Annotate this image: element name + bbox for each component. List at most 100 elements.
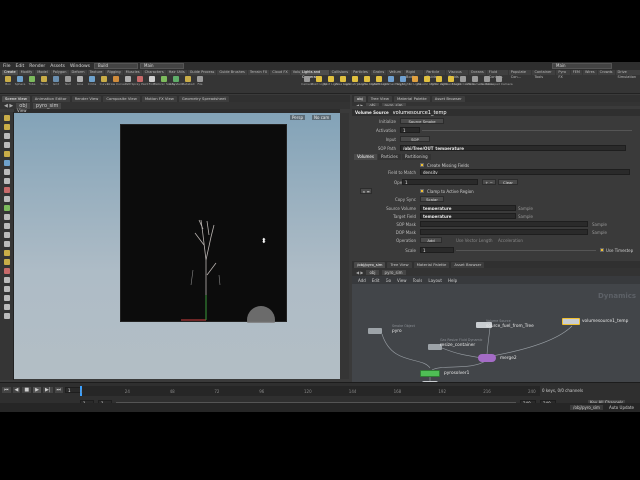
shelf-tab-left-3[interactable]: Polygon — [50, 70, 69, 75]
build-desktop-menu[interactable]: Build — [94, 63, 138, 69]
scale-slider[interactable] — [456, 250, 596, 251]
viewport-tool-22-icon[interactable] — [3, 313, 10, 319]
shelf-tab-left-4[interactable]: Deform — [69, 70, 87, 75]
viewport-tool-18-icon[interactable] — [3, 277, 10, 283]
shelf-tool-spray-paint[interactable]: Spray Paint — [131, 76, 149, 86]
target-field-field[interactable]: temperature — [420, 213, 516, 219]
menu-windows[interactable]: Windows — [70, 64, 90, 69]
shelf-tab-left-11[interactable]: Guide Brushes — [217, 70, 247, 75]
shelf-tab-right-7[interactable]: Viscous Fluids — [446, 70, 468, 79]
status-path-button[interactable]: /obj/pyro_sim — [570, 405, 603, 410]
viewport-tool-1-icon[interactable] — [3, 124, 10, 130]
dop-mask-field[interactable] — [420, 229, 588, 235]
shelf-tab-right-11[interactable]: Container Tools — [532, 70, 556, 79]
play-reverse-icon[interactable]: ■ — [22, 387, 32, 393]
shelf-tool-draw-curve[interactable]: Draw Curve — [107, 76, 125, 86]
shelf-tab-left-10[interactable]: Guide Process — [187, 70, 217, 75]
menu-file[interactable]: File — [3, 64, 11, 69]
main-desktop-menu[interactable]: Main — [140, 63, 184, 69]
shelf-tab-right-4[interactable]: Vellum — [387, 70, 404, 75]
jump-end-icon[interactable]: ⏭ — [54, 387, 64, 393]
shelf-tab-right-1[interactable]: Collisions — [329, 70, 351, 75]
create-missing-checkbox[interactable] — [420, 163, 424, 167]
shelf-tool-file[interactable]: File — [195, 76, 205, 86]
tab-asset-browser[interactable]: Asset Browser — [431, 95, 465, 102]
shelf-tab-left-5[interactable]: Texture — [87, 70, 105, 75]
shelf-tool-vr-camera[interactable]: VR Camera — [467, 76, 483, 86]
operation-menu[interactable]: Add — [420, 237, 442, 243]
shelf-tab-right-0[interactable]: Lights and Cameras — [300, 70, 329, 79]
shelf-tool-gamepad-camera[interactable]: Gamepad Camera — [485, 76, 513, 86]
operations-field[interactable]: 1 — [402, 179, 478, 185]
shelf-tool-null[interactable]: Null — [63, 76, 73, 86]
tab-material-palette[interactable]: Material Palette — [393, 95, 430, 102]
camera-view-menu[interactable]: No cam — [312, 115, 332, 120]
shelf-tool-circle[interactable]: Circle — [87, 76, 97, 86]
shelf-tab-right-8[interactable]: Oceans — [468, 70, 486, 75]
shelf-tab-left-1[interactable]: Modify — [18, 70, 35, 75]
tab-network-path[interactable]: /obj/pyro_sim — [354, 261, 386, 268]
shelf-tab-right-12[interactable]: Pyro FX — [556, 70, 570, 79]
step-forward-icon[interactable]: ▶| — [42, 387, 53, 393]
shelf-tab-left-2[interactable]: Model — [35, 70, 50, 75]
network-path-obj[interactable]: obj — [366, 269, 379, 275]
initialize-menu[interactable]: Source Smoke — [400, 118, 444, 124]
shelf-tab-left-12[interactable]: Terrain FX — [247, 70, 270, 75]
tab-animation-editor[interactable]: Animation Editor — [31, 95, 70, 102]
multiparm-add-button[interactable]: × ≡ — [360, 188, 372, 194]
shelf-tool-grid[interactable]: Grid — [51, 76, 61, 86]
step-back-icon[interactable]: ◀ — [12, 387, 21, 393]
viewport-tool-8-icon[interactable] — [3, 187, 10, 193]
activation-slider[interactable] — [422, 130, 632, 131]
viewport-tool-3-icon[interactable] — [3, 142, 10, 148]
viewport-tool-6-icon[interactable] — [3, 169, 10, 175]
shelf-tool-metaball[interactable]: Metaball — [182, 76, 194, 86]
viewport-tool-11-icon[interactable] — [3, 214, 10, 220]
field-match-field[interactable]: density — [420, 169, 630, 175]
viewport-tool-13-icon[interactable] — [3, 232, 10, 238]
viewport-tool-14-icon[interactable] — [3, 241, 10, 247]
tab-asset-browser-2[interactable]: Asset Browser — [451, 261, 485, 268]
viewport-tool-20-icon[interactable] — [3, 295, 10, 301]
shelf-tool-platonic-solids[interactable]: Platonic Solids — [153, 76, 175, 86]
tab-volumes[interactable]: Volumes — [354, 154, 377, 160]
tab-tree-view[interactable]: Tree View — [367, 95, 392, 102]
back-arrow-icon[interactable]: ◀ ▶ — [4, 103, 13, 109]
shelf-tab-right-13[interactable]: FEM — [570, 70, 582, 75]
viewport-tool-12-icon[interactable] — [3, 223, 10, 229]
play-icon[interactable]: ▶ — [33, 387, 41, 393]
shelf-tool-line[interactable]: Line — [75, 76, 85, 86]
shelf-tool-environment-light[interactable]: Environment Light — [377, 76, 405, 86]
activation-field[interactable]: 1 — [400, 127, 420, 133]
shelf-tool-sphere[interactable]: Sphere — [15, 76, 25, 86]
viewport-tool-15-icon[interactable] — [3, 250, 10, 256]
node-merge2[interactable] — [478, 354, 496, 362]
menu-render[interactable]: Render — [29, 64, 45, 69]
copy-sync-menu[interactable]: Scalar — [420, 196, 444, 202]
shelf-tab-right-14[interactable]: Wires — [582, 70, 597, 75]
use-timestep-checkbox[interactable] — [600, 248, 604, 252]
shelf-tab-right-16[interactable]: Drive Simulation — [615, 70, 640, 79]
frame-ruler[interactable]: 1 24 48 72 96 120 144 168 192 216 240 — [80, 386, 540, 396]
tab-material-palette-2[interactable]: Material Palette — [413, 261, 450, 268]
viewport-tool-7-icon[interactable] — [3, 178, 10, 184]
auto-update-menu[interactable]: Auto Update — [609, 405, 634, 410]
shelf-tab-right-5[interactable]: Rigid Bodies — [404, 70, 424, 79]
viewport-tool-10-icon[interactable] — [3, 205, 10, 211]
viewport-tool-21-icon[interactable] — [3, 304, 10, 310]
shelf-tab-left-8[interactable]: Characters — [142, 70, 166, 75]
network-nav-icon[interactable]: ◀ ▶ — [356, 270, 363, 275]
source-volume-field[interactable]: temperature — [420, 205, 516, 211]
shelf-tab-left-13[interactable]: Cloud FX — [270, 70, 290, 75]
clear-button[interactable]: Clear — [498, 179, 518, 185]
node-pyro[interactable] — [368, 328, 382, 334]
shelf-tool-tube[interactable]: Tube — [27, 76, 37, 86]
viewport-tool-9-icon[interactable] — [3, 196, 10, 202]
shelf-tool-box[interactable]: Box — [3, 76, 13, 86]
menu-edit[interactable]: Edit — [16, 64, 25, 69]
jump-start-icon[interactable]: ⏮ — [2, 387, 11, 393]
shelf-tab-left-7[interactable]: Muscles — [123, 70, 142, 75]
tab-composite-view[interactable]: Composite View — [103, 95, 140, 102]
viewport-tool-19-icon[interactable] — [3, 286, 10, 292]
operations-stepper[interactable]: + − — [482, 179, 496, 185]
